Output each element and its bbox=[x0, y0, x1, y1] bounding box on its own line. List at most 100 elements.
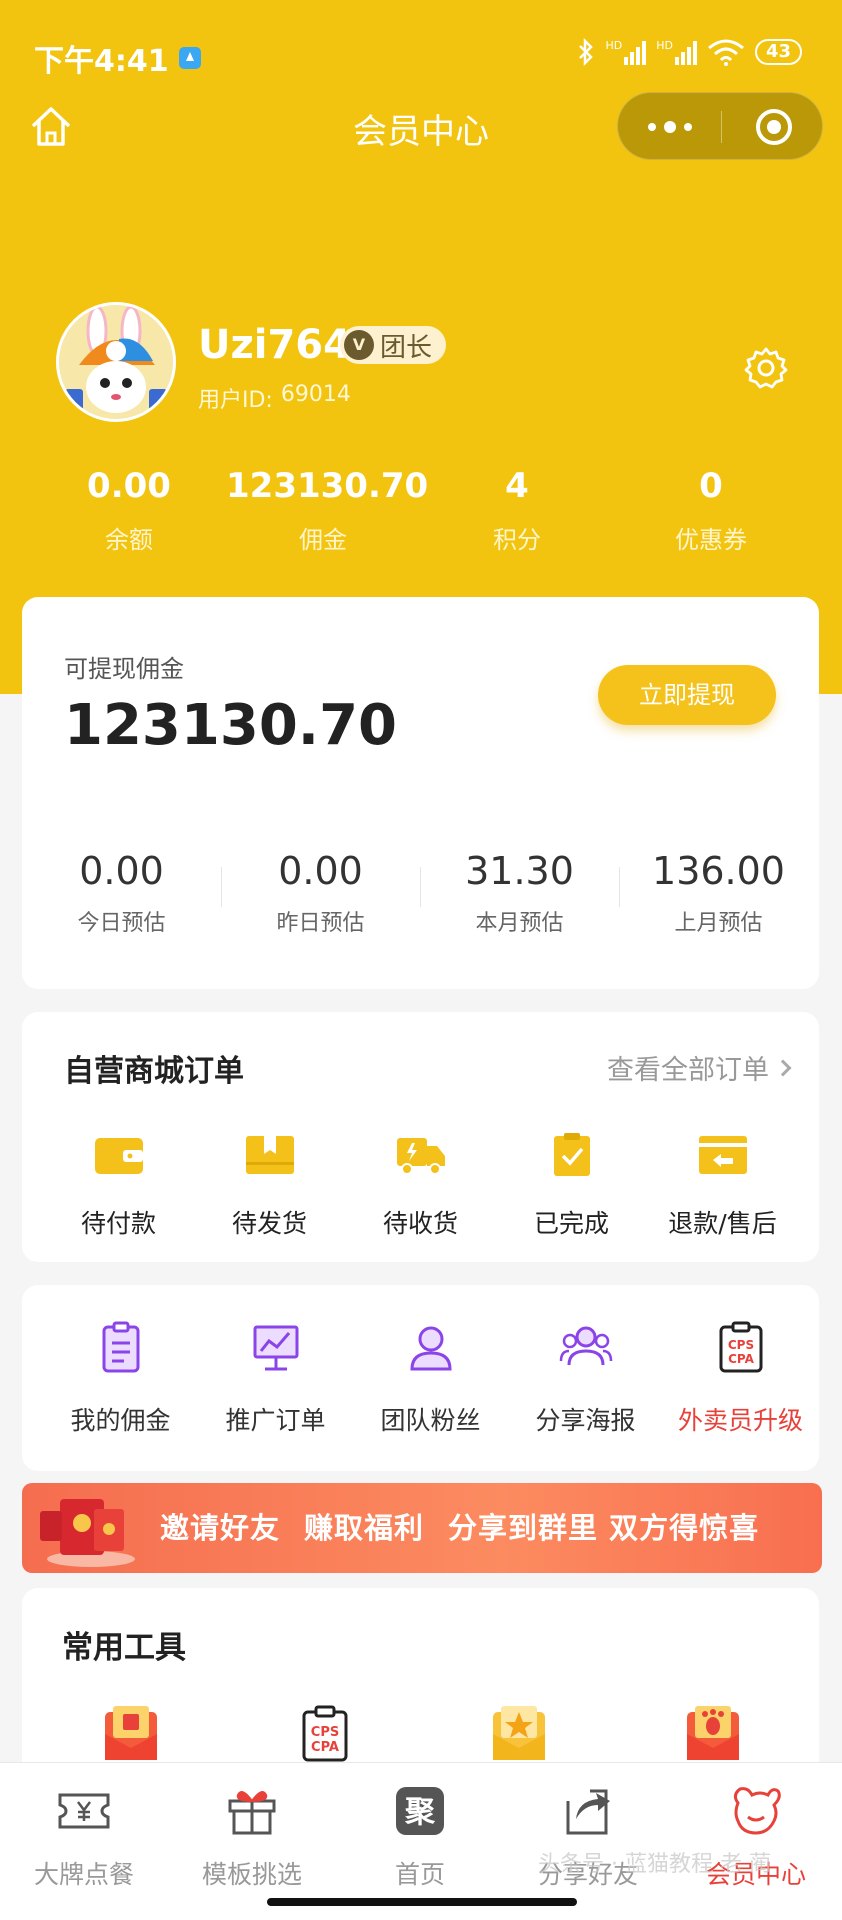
tab-templates[interactable]: 模板挑选 bbox=[168, 1763, 336, 1920]
tool-list: CPS CPA bbox=[22, 1704, 819, 1768]
estimate-label: 上月预估 bbox=[674, 911, 763, 936]
order-pending-receipt[interactable]: 待收货 bbox=[345, 1132, 496, 1240]
function-shortcuts-card: 我的佣金 推广订单 团队粉丝 分享海报 CPS CPA 外卖员升级 bbox=[22, 1285, 819, 1471]
stat-label: 优惠券 bbox=[675, 526, 747, 554]
courier-upgrade-item[interactable]: CPS CPA 外卖员升级 bbox=[663, 1321, 818, 1437]
status-icons: HD HD 43 bbox=[577, 38, 802, 66]
wallet-icon bbox=[94, 1138, 143, 1174]
gear-icon[interactable] bbox=[744, 346, 788, 390]
package-icon bbox=[245, 1136, 294, 1174]
stat-value: 0.00 bbox=[87, 466, 171, 506]
stat-value: 0 bbox=[699, 466, 723, 506]
icon-text: 聚 bbox=[404, 1795, 436, 1830]
group-icon bbox=[559, 1326, 612, 1366]
stat-label: 积分 bbox=[493, 526, 541, 554]
status-time: 下午4:41 bbox=[34, 36, 201, 80]
level-icon: V bbox=[344, 330, 374, 360]
order-label: 待发货 bbox=[231, 1209, 307, 1238]
tab-home[interactable]: 聚 首页 bbox=[336, 1763, 504, 1920]
estimate-label: 今日预估 bbox=[77, 911, 166, 936]
function-label: 分享海报 bbox=[535, 1406, 636, 1435]
order-label: 待收货 bbox=[382, 1209, 458, 1238]
capsule-divider bbox=[721, 111, 722, 143]
close-target-icon[interactable] bbox=[756, 109, 792, 145]
cpa-text: CPA bbox=[728, 1352, 755, 1366]
account-stats: 0.00 余额 123130.70 佣金 4 积分 0 优惠券 bbox=[0, 466, 842, 555]
wifi-icon bbox=[707, 39, 744, 66]
order-pending-shipment[interactable]: 待发货 bbox=[194, 1132, 345, 1240]
cpa-text: CPA bbox=[311, 1740, 339, 1755]
user-id-value: 69014 bbox=[280, 382, 351, 407]
stat-points[interactable]: 4 积分 bbox=[420, 466, 614, 555]
function-list: 我的佣金 推广订单 团队粉丝 分享海报 CPS CPA 外卖员升级 bbox=[22, 1321, 819, 1437]
withdrawable-label: 可提现佣金 bbox=[64, 655, 184, 683]
cps-text: CPS bbox=[727, 1338, 753, 1352]
share-poster-item[interactable]: 分享海报 bbox=[508, 1321, 663, 1437]
stat-commission[interactable]: 123130.70 佣金 bbox=[226, 466, 429, 555]
estimate-this-month: 31.30 本月预估 bbox=[420, 849, 619, 937]
yellow-envelope-star-icon bbox=[493, 1706, 545, 1760]
function-label: 推广订单 bbox=[225, 1406, 326, 1435]
user-id-label: 用户ID: bbox=[198, 388, 273, 413]
avatar[interactable] bbox=[56, 302, 176, 422]
cps-cpa-icon: CPSCPA bbox=[719, 1321, 762, 1373]
order-pending-payment[interactable]: 待付款 bbox=[43, 1132, 194, 1240]
status-bar: 下午4:41 HD HD 43 bbox=[0, 0, 842, 100]
withdraw-card: 可提现佣金 123130.70 立即提现 0.00 今日预估 0.00 昨日预估… bbox=[22, 597, 819, 989]
tab-bar: 大牌点餐 模板挑选 聚 首页 分享好友 会员中心 bbox=[0, 1762, 842, 1920]
order-label: 待付款 bbox=[80, 1209, 156, 1238]
withdraw-button[interactable]: 立即提现 bbox=[598, 665, 776, 725]
team-fans-item[interactable]: 团队粉丝 bbox=[353, 1321, 508, 1437]
function-label: 团队粉丝 bbox=[380, 1406, 481, 1435]
estimate-label: 本月预估 bbox=[475, 911, 564, 936]
estimate-today: 0.00 今日预估 bbox=[22, 849, 221, 937]
withdrawable-amount: 123130.70 bbox=[64, 693, 397, 758]
ticket-yen-icon bbox=[58, 1793, 110, 1829]
order-label: 退款/售后 bbox=[668, 1209, 777, 1238]
signal-2: HD bbox=[656, 39, 697, 65]
estimate-label: 昨日预估 bbox=[276, 911, 365, 936]
function-label: 外卖员升级 bbox=[677, 1406, 803, 1435]
tool-item[interactable] bbox=[616, 1704, 810, 1768]
clock: 下午4:41 bbox=[34, 44, 169, 79]
estimate-value: 0.00 bbox=[278, 849, 363, 893]
miniprogram-capsule bbox=[617, 92, 823, 160]
red-envelope-book-icon bbox=[105, 1706, 157, 1760]
order-refund[interactable]: 退款/售后 bbox=[647, 1132, 798, 1240]
promo-orders-item[interactable]: 推广订单 bbox=[198, 1321, 353, 1437]
order-completed[interactable]: 已完成 bbox=[496, 1132, 647, 1240]
estimate-value: 31.30 bbox=[465, 849, 574, 893]
rabbit-avatar-icon bbox=[59, 305, 173, 419]
battery-icon: 43 bbox=[754, 39, 802, 65]
tab-member-center[interactable]: 会员中心 bbox=[672, 1763, 840, 1920]
chart-board-icon bbox=[253, 1325, 298, 1371]
stat-label: 佣金 bbox=[299, 526, 347, 554]
view-all-orders-link[interactable]: 查看全部订单 bbox=[607, 1048, 792, 1087]
refund-icon bbox=[698, 1136, 747, 1174]
tab-label: 模板挑选 bbox=[201, 1860, 302, 1889]
red-envelope-gift-icon bbox=[40, 1499, 135, 1567]
home-indicator[interactable] bbox=[267, 1898, 577, 1906]
share-icon bbox=[566, 1789, 610, 1835]
stat-value: 4 bbox=[505, 466, 529, 506]
invite-banner[interactable]: 邀请好友 赚取福利 分享到群里 双方得惊喜 bbox=[22, 1483, 822, 1573]
stat-coupons[interactable]: 0 优惠券 bbox=[614, 466, 808, 555]
view-all-label: 查看全部订单 bbox=[607, 1055, 769, 1086]
bluetooth-icon bbox=[579, 38, 594, 66]
tool-item[interactable]: CPS CPA bbox=[228, 1704, 422, 1768]
user-icon bbox=[409, 1326, 452, 1371]
my-commission-item[interactable]: 我的佣金 bbox=[43, 1321, 198, 1437]
stat-value: 123130.70 bbox=[226, 466, 429, 506]
tool-item[interactable] bbox=[34, 1704, 228, 1768]
estimate-last-month: 136.00 上月预估 bbox=[619, 849, 818, 937]
tool-item[interactable] bbox=[422, 1704, 616, 1768]
banner-part: 邀请好友 bbox=[160, 1511, 281, 1545]
tab-share-friends[interactable]: 分享好友 bbox=[504, 1763, 672, 1920]
more-icon[interactable] bbox=[648, 121, 692, 133]
stat-balance[interactable]: 0.00 余额 bbox=[32, 466, 226, 555]
tab-brand-dining[interactable]: 大牌点餐 bbox=[0, 1763, 168, 1920]
banner-part: 赚取福利 bbox=[304, 1511, 425, 1545]
chevron-right-icon bbox=[774, 1059, 792, 1076]
username: Uzi764 bbox=[198, 322, 351, 368]
red-envelope-foot-icon bbox=[687, 1706, 739, 1760]
